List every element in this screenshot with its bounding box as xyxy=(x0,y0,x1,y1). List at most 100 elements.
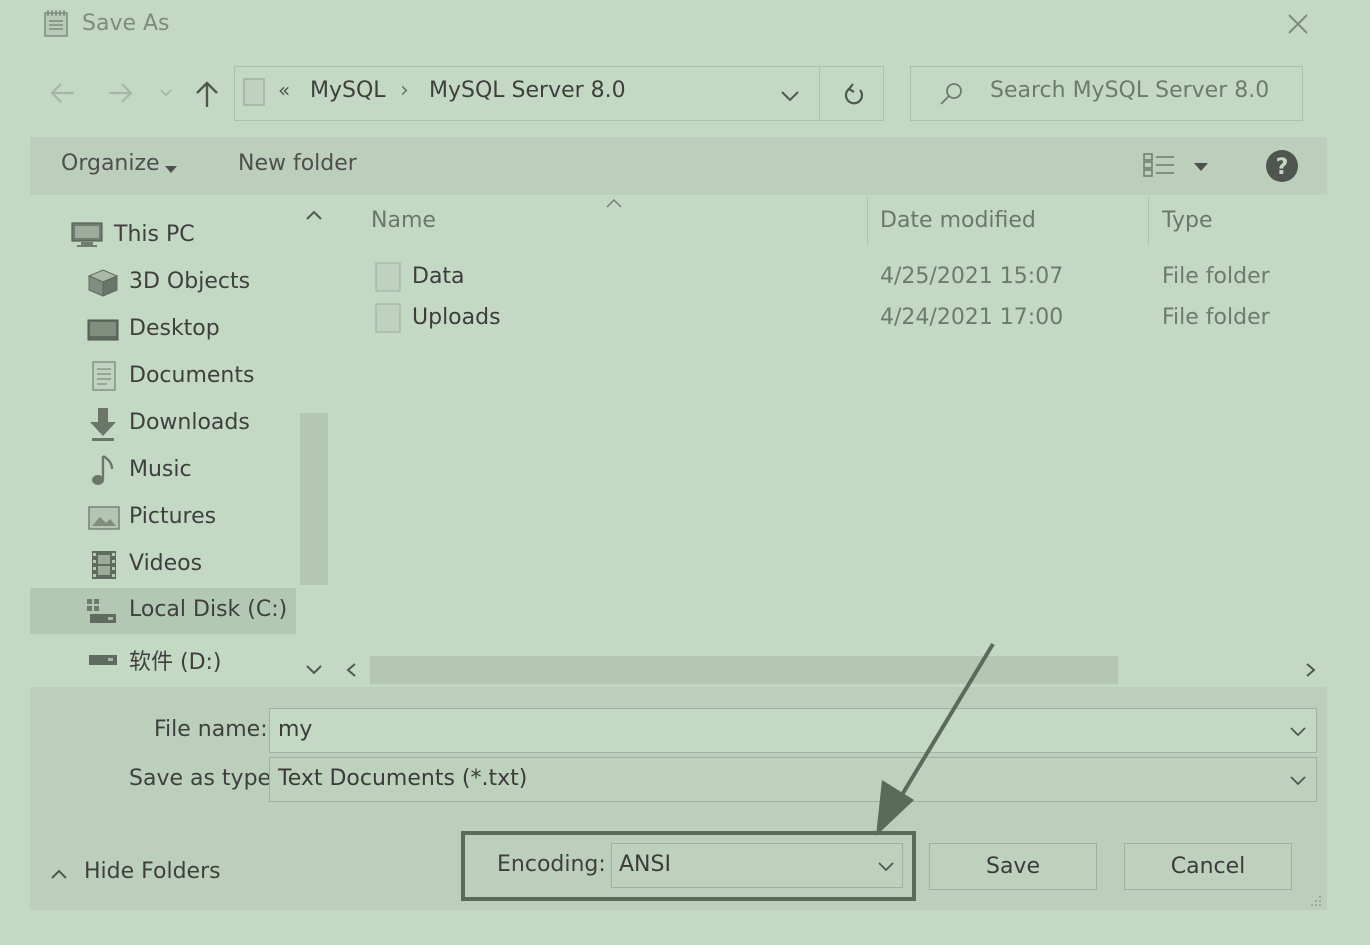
caret-down-icon xyxy=(1194,163,1208,171)
sidebar-item-this-pc[interactable]: This PC xyxy=(30,212,296,258)
close-icon xyxy=(1288,14,1308,34)
sidebar-item-downloads[interactable]: Downloads xyxy=(30,401,296,447)
sidebar-item-label: Downloads xyxy=(129,410,250,435)
sidebar-item-drive-d[interactable]: 软件 (D:) xyxy=(30,635,296,681)
new-folder-button[interactable]: New folder xyxy=(238,151,357,176)
folder-location-icon xyxy=(243,78,265,106)
save-as-type-label: Save as type: xyxy=(129,766,279,791)
arrow-right-icon xyxy=(109,83,133,103)
sidebar-item-pictures[interactable]: Pictures xyxy=(30,495,296,541)
chevron-up-icon xyxy=(48,864,70,884)
address-dropdown-button[interactable] xyxy=(776,82,804,110)
file-name-combobox[interactable]: my xyxy=(269,708,1317,753)
sidebar-item-music[interactable]: Music xyxy=(30,448,296,494)
chevron-down-icon xyxy=(160,89,172,97)
sidebar-item-label: This PC xyxy=(114,222,195,247)
svg-text:?: ? xyxy=(1276,155,1289,180)
breadcrumb-overflow[interactable]: « xyxy=(278,78,290,102)
file-name-input[interactable]: my xyxy=(278,717,312,742)
scroll-down-button[interactable] xyxy=(303,660,325,680)
refresh-button[interactable] xyxy=(838,79,870,111)
sidebar-item-3d-objects[interactable]: 3D Objects xyxy=(30,260,296,306)
chevron-right-icon xyxy=(1306,663,1316,677)
sidebar-item-label: Pictures xyxy=(129,504,217,529)
help-icon: ? xyxy=(1266,150,1298,182)
chevron-down-icon xyxy=(781,91,799,102)
chevron-up-icon xyxy=(306,210,322,220)
file-type: File folder xyxy=(1162,264,1270,289)
save-button[interactable]: Save xyxy=(929,843,1097,890)
sidebar-item-documents[interactable]: Documents xyxy=(30,354,296,400)
save-as-type-value: Text Documents (*.txt) xyxy=(278,766,528,791)
window-title: Save As xyxy=(82,11,170,36)
column-divider[interactable] xyxy=(867,197,868,245)
download-arrow-icon xyxy=(88,406,118,442)
refresh-icon xyxy=(844,83,864,105)
breadcrumb-separator[interactable]: › xyxy=(400,78,409,103)
recent-locations-button[interactable] xyxy=(152,76,180,110)
sidebar-item-label: Local Disk (C:) xyxy=(129,597,288,622)
help-button[interactable]: ? xyxy=(1265,149,1299,183)
scroll-left-button[interactable] xyxy=(342,660,362,680)
notepad-icon xyxy=(42,8,70,38)
picture-icon xyxy=(88,505,120,531)
scroll-up-button[interactable] xyxy=(303,205,325,225)
file-date: 4/24/2021 17:00 xyxy=(880,305,1064,330)
details-view-icon xyxy=(1143,153,1174,177)
chevron-down-icon[interactable] xyxy=(1286,720,1310,742)
folder-icon xyxy=(375,262,401,292)
column-header-type[interactable]: Type xyxy=(1162,208,1213,233)
file-date: 4/25/2021 15:07 xyxy=(880,264,1064,289)
close-button[interactable] xyxy=(1282,8,1314,40)
arrow-up-icon xyxy=(196,81,218,107)
hide-folders-label: Hide Folders xyxy=(84,859,221,884)
organize-label: Organize xyxy=(61,151,160,176)
sidebar-item-label: Music xyxy=(129,457,192,482)
column-header-date-modified[interactable]: Date modified xyxy=(880,208,1036,233)
view-options-button[interactable] xyxy=(1141,151,1177,179)
system-drive-icon xyxy=(86,597,118,625)
encoding-highlight-box xyxy=(461,831,916,901)
file-type: File folder xyxy=(1162,305,1270,330)
caret-down-icon xyxy=(163,160,179,173)
forward-button[interactable] xyxy=(103,76,137,110)
drive-icon xyxy=(88,649,118,669)
save-as-type-select[interactable]: Text Documents (*.txt) xyxy=(269,757,1317,802)
sort-ascending-icon xyxy=(604,195,624,209)
sidebar-item-label: Documents xyxy=(129,363,255,388)
folder-icon xyxy=(375,303,401,333)
column-divider[interactable] xyxy=(1148,197,1149,245)
sidebar-item-desktop[interactable]: Desktop xyxy=(30,307,296,353)
search-input[interactable]: Search MySQL Server 8.0 xyxy=(990,78,1269,103)
chevron-down-icon xyxy=(1286,769,1310,791)
sidebar-scroll-thumb[interactable] xyxy=(300,413,328,585)
sidebar-item-label: Videos xyxy=(129,551,203,576)
command-toolbar xyxy=(30,137,1327,195)
up-button[interactable] xyxy=(190,77,224,111)
address-divider xyxy=(819,66,820,121)
music-note-icon xyxy=(90,453,118,489)
cancel-button[interactable]: Cancel xyxy=(1124,843,1292,890)
breadcrumb-item-mysql-server[interactable]: MySQL Server 8.0 xyxy=(429,78,626,103)
arrow-left-icon xyxy=(50,83,74,103)
chevron-left-icon xyxy=(346,663,356,677)
film-icon xyxy=(90,549,118,581)
pc-icon xyxy=(71,221,103,249)
resize-grip-icon[interactable] xyxy=(1304,893,1324,909)
sidebar-item-label: 软件 (D:) xyxy=(129,650,222,675)
breadcrumb-item-mysql[interactable]: MySQL xyxy=(310,78,386,103)
sidebar-item-local-disk-c[interactable]: Local Disk (C:) xyxy=(30,588,296,634)
view-dropdown-button[interactable] xyxy=(1192,159,1210,173)
document-icon xyxy=(90,360,118,392)
search-icon xyxy=(936,79,966,109)
organize-button[interactable]: Organize xyxy=(61,151,160,176)
hide-folders-button[interactable]: Hide Folders xyxy=(46,858,246,890)
back-button[interactable] xyxy=(46,76,80,110)
sidebar-item-videos[interactable]: Videos xyxy=(30,542,296,588)
file-name: Data xyxy=(412,264,465,289)
desktop-icon xyxy=(87,316,119,344)
column-header-name[interactable]: Name xyxy=(371,208,436,233)
sidebar-item-label: Desktop xyxy=(129,316,220,341)
file-name-label: File name: xyxy=(154,717,268,742)
scroll-right-button[interactable] xyxy=(1300,660,1320,680)
